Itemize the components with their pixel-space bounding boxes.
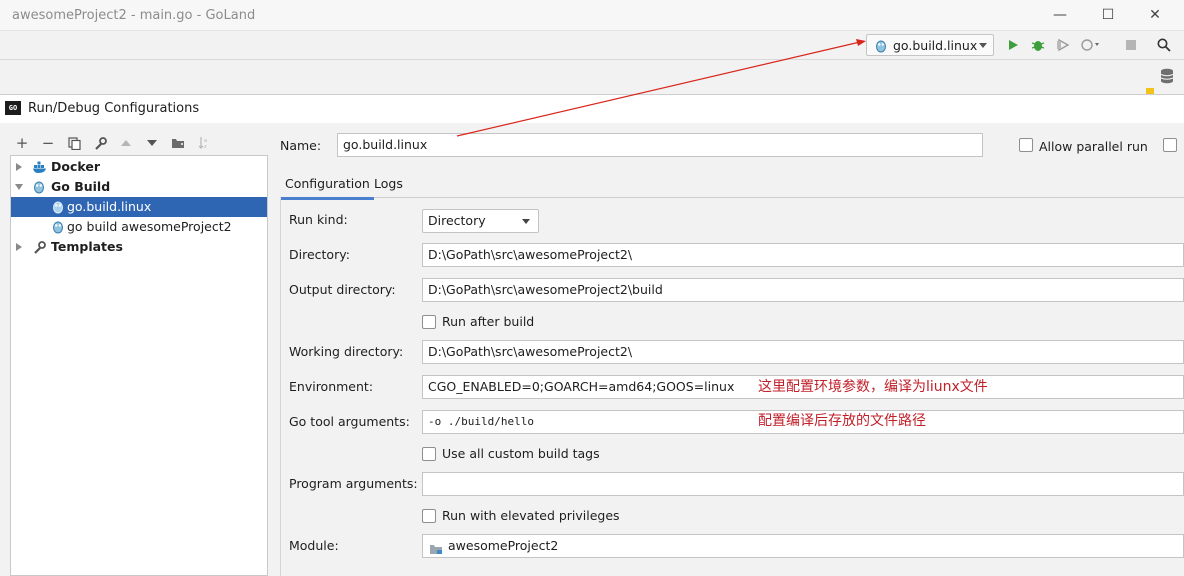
annotation-arrow (456, 39, 866, 137)
